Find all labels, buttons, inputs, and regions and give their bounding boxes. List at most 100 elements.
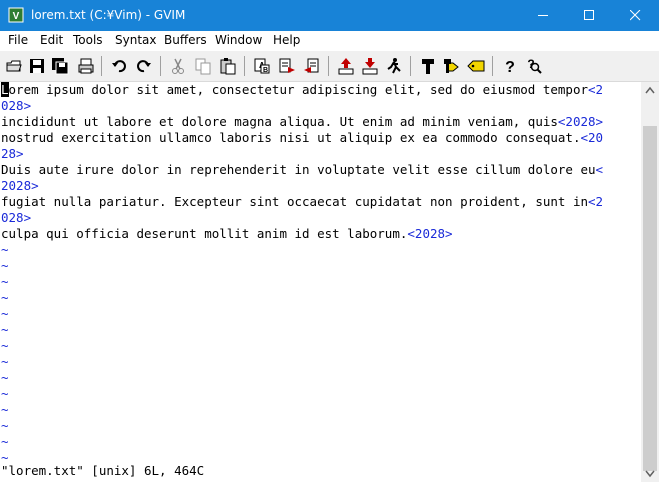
special-char: 028> — [1, 210, 32, 225]
vim-app-icon[interactable]: V — [8, 7, 24, 23]
toolbar-separator — [160, 56, 161, 76]
close-icon — [630, 10, 641, 21]
empty-line-tilde: ~ — [1, 258, 9, 273]
text-line: culpa qui officia deserunt mollit anim i… — [1, 226, 453, 241]
menu-bar: File Edit Tools Syntax Buffers Window He… — [0, 31, 659, 51]
open-icon — [6, 60, 22, 72]
cut-button[interactable] — [169, 57, 187, 75]
save-button[interactable] — [28, 57, 46, 75]
special-char: 28> — [1, 146, 24, 161]
cut-icon — [172, 58, 184, 74]
text-line: Lorem ipsum dolor sit amet, consectetur … — [1, 82, 604, 97]
text-line: Duis aute irure dolor in reprehenderit i… — [1, 162, 604, 177]
menu-file[interactable]: File — [8, 33, 28, 47]
minimize-button[interactable] — [520, 0, 566, 31]
undo-icon — [112, 60, 126, 73]
scrollbar-thumb[interactable] — [643, 126, 657, 471]
empty-line-tilde: ~ — [1, 434, 9, 449]
svg-text:B: B — [263, 67, 268, 74]
find-help-button[interactable]: ? — [525, 57, 543, 75]
special-char: <20 — [580, 130, 604, 145]
maximize-button[interactable] — [566, 0, 612, 31]
replace-icon: AB — [254, 58, 270, 74]
empty-line-tilde: ~ — [1, 386, 9, 401]
empty-line-tilde: ~ — [1, 322, 9, 337]
special-char: < — [595, 162, 604, 177]
load-session-icon — [338, 58, 354, 75]
text-line: nostrud exercitation ullamco laboris nis… — [1, 130, 604, 145]
title-bar: V lorem.txt (C:¥Vim) - GVIM — [0, 0, 659, 31]
find-next-button[interactable] — [278, 57, 296, 75]
make-icon — [422, 59, 434, 74]
vertical-scrollbar[interactable] — [641, 82, 659, 482]
empty-line-tilde: ~ — [1, 274, 9, 289]
text-editor[interactable]: Lorem ipsum dolor sit amet, consectetur … — [0, 82, 641, 465]
special-char: <2 — [588, 82, 604, 97]
scroll-down-button[interactable] — [641, 465, 659, 482]
run-ctags-button[interactable] — [443, 57, 461, 75]
chevron-down-icon — [645, 470, 655, 478]
toolbar-separator — [410, 56, 411, 76]
run-script-icon — [387, 58, 401, 74]
menu-help[interactable]: Help — [273, 33, 300, 47]
copy-icon — [195, 58, 211, 75]
special-char: 028> — [1, 98, 32, 113]
find-next-icon — [279, 58, 295, 73]
undo-button[interactable] — [110, 57, 128, 75]
toolbar-separator — [101, 56, 102, 76]
empty-line-tilde: ~ — [1, 338, 9, 353]
empty-line-tilde: ~ — [1, 354, 9, 369]
open-button[interactable] — [5, 57, 23, 75]
replace-button[interactable]: AB — [253, 57, 271, 75]
special-char: <2028> — [407, 226, 453, 241]
special-char: 2028> — [1, 178, 39, 193]
empty-line-tilde: ~ — [1, 418, 9, 433]
empty-line-tilde: ~ — [1, 370, 9, 385]
text-line: incididunt ut labore et dolore magna ali… — [1, 114, 604, 129]
text-line: 028> — [1, 98, 31, 114]
help-icon: ? — [505, 59, 515, 75]
help-button[interactable]: ? — [501, 57, 519, 75]
scroll-up-button[interactable] — [641, 82, 659, 99]
find-help-icon: ? — [527, 57, 542, 74]
redo-icon — [137, 60, 151, 73]
load-session-button[interactable] — [337, 57, 355, 75]
copy-button[interactable] — [194, 57, 212, 75]
paste-button[interactable] — [219, 57, 237, 75]
toolbar: AB ? ? — [0, 51, 659, 82]
redo-button[interactable] — [135, 57, 153, 75]
print-icon — [78, 58, 94, 74]
jump-tag-button[interactable] — [467, 57, 485, 75]
maximize-icon — [584, 10, 594, 20]
empty-line-tilde: ~ — [1, 290, 9, 305]
empty-line-tilde: ~ — [1, 306, 9, 321]
print-button[interactable] — [77, 57, 95, 75]
save-all-button[interactable] — [51, 57, 69, 75]
make-button[interactable] — [419, 57, 437, 75]
minimize-icon — [538, 15, 548, 16]
svg-text:V: V — [13, 11, 20, 22]
run-ctags-icon — [444, 59, 459, 73]
menu-buffers[interactable]: Buffers — [164, 33, 207, 47]
menu-edit[interactable]: Edit — [40, 33, 63, 47]
command-line-status: "lorem.txt" [unix] 6L, 464C — [1, 463, 205, 478]
menu-tools[interactable]: Tools — [73, 33, 103, 47]
empty-line-tilde: ~ — [1, 242, 9, 257]
run-script-button[interactable] — [385, 57, 403, 75]
toolbar-separator — [244, 56, 245, 76]
toolbar-separator — [328, 56, 329, 76]
close-button[interactable] — [612, 0, 658, 31]
save-session-button[interactable] — [361, 57, 379, 75]
special-char: <2 — [588, 194, 604, 209]
save-icon — [30, 59, 44, 73]
empty-line-tilde: ~ — [1, 402, 9, 417]
text-line: fugiat nulla pariatur. Excepteur sint oc… — [1, 194, 604, 209]
window-title: lorem.txt (C:¥Vim) - GVIM — [31, 8, 186, 22]
save-all-icon — [52, 58, 69, 75]
text-line: 2028> — [1, 178, 39, 194]
menu-window[interactable]: Window — [215, 33, 262, 47]
menu-syntax[interactable]: Syntax — [115, 33, 156, 47]
find-prev-button[interactable] — [303, 57, 321, 75]
toolbar-separator — [492, 56, 493, 76]
text-line: 28> — [1, 146, 24, 162]
